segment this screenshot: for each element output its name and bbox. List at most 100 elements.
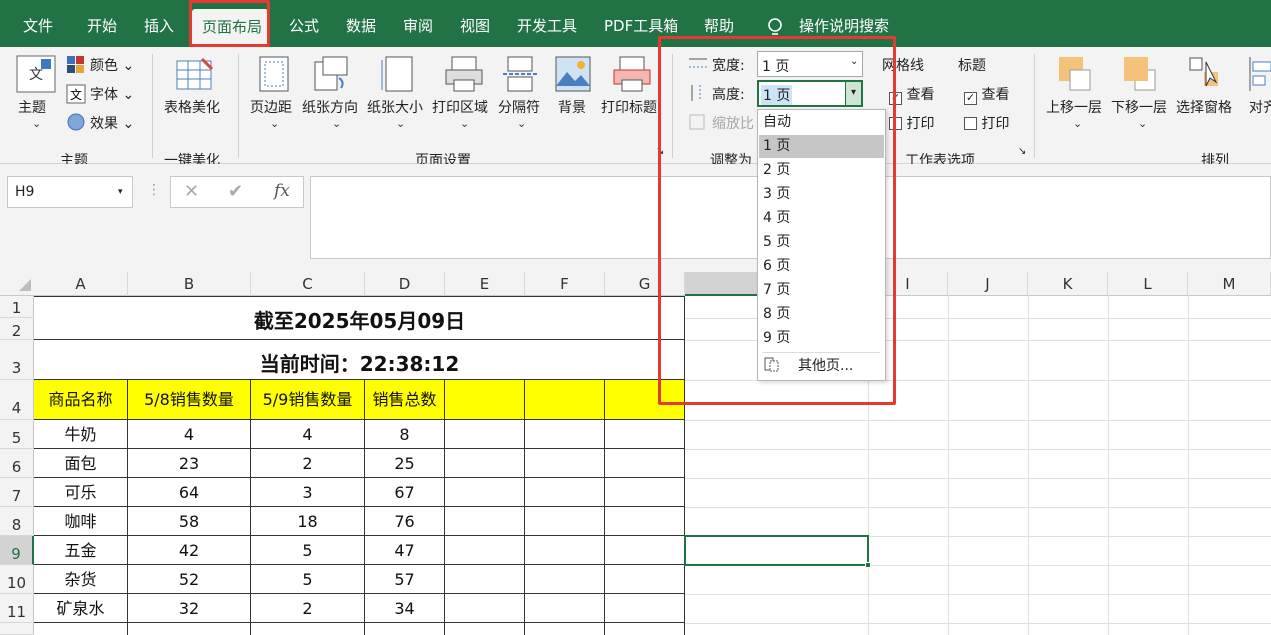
row-header[interactable]: 4: [0, 380, 34, 420]
height-select[interactable]: 1 页 ▾: [757, 80, 863, 107]
product-name-cell[interactable]: 矿泉水: [34, 594, 128, 623]
tab-review[interactable]: 审阅: [402, 0, 434, 47]
tell-me-search[interactable]: 操作说明搜索: [798, 0, 890, 47]
row-header[interactable]: 10: [0, 565, 34, 594]
margins-button[interactable]: 页边距: [250, 97, 292, 117]
header-cell[interactable]: 5/9销售数量: [251, 380, 365, 420]
tab-formulas[interactable]: 公式: [288, 0, 320, 47]
data-cell[interactable]: 4: [251, 420, 365, 449]
column-header[interactable]: D: [365, 272, 445, 296]
dropdown-option[interactable]: 9 页: [759, 327, 884, 350]
row-header[interactable]: 9: [0, 536, 34, 565]
data-cell[interactable]: 67: [365, 478, 445, 507]
product-name-cell[interactable]: 五金: [34, 536, 128, 565]
bring-forward-button[interactable]: 上移一层: [1046, 97, 1102, 117]
data-cell[interactable]: [605, 420, 685, 449]
row-header[interactable]: 6: [0, 449, 34, 478]
column-header[interactable]: K: [1028, 272, 1108, 296]
column-header[interactable]: M: [1188, 272, 1271, 296]
data-cell[interactable]: [605, 623, 685, 635]
tab-insert[interactable]: 插入: [143, 0, 175, 47]
row-header[interactable]: 5: [0, 420, 34, 449]
data-cell[interactable]: [605, 536, 685, 565]
data-cell[interactable]: [605, 565, 685, 594]
data-cell[interactable]: 25: [365, 449, 445, 478]
tab-pdf-toolbox[interactable]: PDF工具箱: [604, 0, 678, 47]
data-cell[interactable]: [525, 623, 605, 635]
select-all-corner[interactable]: [18, 278, 32, 292]
headings-print-checkbox[interactable]: 打印: [964, 113, 1009, 133]
data-cell[interactable]: [525, 565, 605, 594]
dropdown-option[interactable]: 4 页: [759, 207, 884, 230]
data-cell[interactable]: [525, 449, 605, 478]
dropdown-option[interactable]: 5 页: [759, 231, 884, 254]
data-cell[interactable]: 2: [251, 449, 365, 478]
fonts-button[interactable]: 字体 ⌄: [90, 84, 134, 104]
column-header[interactable]: F: [525, 272, 605, 296]
dropdown-arrow-button[interactable]: ▾: [845, 82, 861, 105]
tab-page-layout[interactable]: 页面布局: [192, 9, 268, 47]
themes-button[interactable]: 主题: [18, 97, 46, 117]
data-cell[interactable]: 8: [365, 420, 445, 449]
row-header[interactable]: 1: [0, 296, 34, 318]
dropdown-option[interactable]: 3 页: [759, 183, 884, 206]
data-cell[interactable]: 47: [365, 536, 445, 565]
selection-pane-button[interactable]: 选择窗格: [1176, 97, 1232, 117]
data-cell[interactable]: 23: [128, 449, 251, 478]
data-cell[interactable]: [365, 623, 445, 635]
data-cell[interactable]: 58: [128, 507, 251, 536]
colors-button[interactable]: 颜色 ⌄: [90, 55, 134, 75]
effects-button[interactable]: 效果 ⌄: [90, 113, 134, 133]
data-cell[interactable]: [445, 623, 525, 635]
data-cell[interactable]: [445, 478, 525, 507]
paper-size-button[interactable]: 纸张大小: [367, 97, 423, 117]
product-name-cell[interactable]: 牛奶: [34, 420, 128, 449]
data-cell[interactable]: [605, 507, 685, 536]
data-cell[interactable]: [605, 449, 685, 478]
data-cell[interactable]: 2: [251, 594, 365, 623]
product-name-cell[interactable]: 面包: [34, 449, 128, 478]
selected-cell-h9[interactable]: [684, 535, 869, 566]
header-cell[interactable]: 5/8销售数量: [128, 380, 251, 420]
data-cell[interactable]: [525, 536, 605, 565]
send-backward-button[interactable]: 下移一层: [1111, 97, 1167, 117]
name-box[interactable]: H9 ▾: [7, 176, 133, 208]
data-cell[interactable]: [445, 420, 525, 449]
column-header[interactable]: E: [445, 272, 525, 296]
table-beautify-button[interactable]: 表格美化: [164, 97, 220, 117]
tab-help[interactable]: 帮助: [703, 0, 735, 47]
product-name-cell[interactable]: 可乐: [34, 478, 128, 507]
data-cell[interactable]: 76: [365, 507, 445, 536]
data-cell[interactable]: 34: [365, 594, 445, 623]
row-header[interactable]: 2: [0, 318, 34, 340]
data-cell[interactable]: 32: [128, 594, 251, 623]
data-cell[interactable]: 64: [128, 478, 251, 507]
dropdown-option[interactable]: 7 页: [759, 279, 884, 302]
data-cell[interactable]: [251, 623, 365, 635]
data-cell[interactable]: [605, 478, 685, 507]
header-cell[interactable]: [525, 380, 605, 420]
data-cell[interactable]: 42: [128, 536, 251, 565]
row-header[interactable]: [0, 623, 34, 635]
column-header[interactable]: B: [128, 272, 251, 296]
page-setup-dialog-launcher[interactable]: ↘: [656, 146, 664, 157]
align-button[interactable]: 对齐: [1249, 97, 1271, 117]
header-cell[interactable]: 销售总数: [365, 380, 445, 420]
drag-handle-icon[interactable]: ⋮: [147, 182, 161, 198]
data-cell[interactable]: [445, 536, 525, 565]
row-header[interactable]: 7: [0, 478, 34, 507]
data-cell[interactable]: 52: [128, 565, 251, 594]
column-header[interactable]: L: [1108, 272, 1188, 296]
row-header[interactable]: 8: [0, 507, 34, 536]
data-cell[interactable]: [445, 507, 525, 536]
data-cell[interactable]: [445, 594, 525, 623]
column-header[interactable]: G: [605, 272, 685, 296]
dropdown-option[interactable]: 1 页: [759, 135, 884, 158]
width-select[interactable]: 1 页 ⌄: [757, 51, 863, 77]
tab-data[interactable]: 数据: [345, 0, 377, 47]
checkbox-checked[interactable]: ✓: [889, 92, 902, 105]
data-cell[interactable]: 5: [251, 536, 365, 565]
gridlines-view-checkbox[interactable]: ✓ 查看: [889, 84, 934, 105]
checkbox-checked[interactable]: ✓: [964, 92, 977, 105]
column-header[interactable]: A: [34, 272, 128, 296]
